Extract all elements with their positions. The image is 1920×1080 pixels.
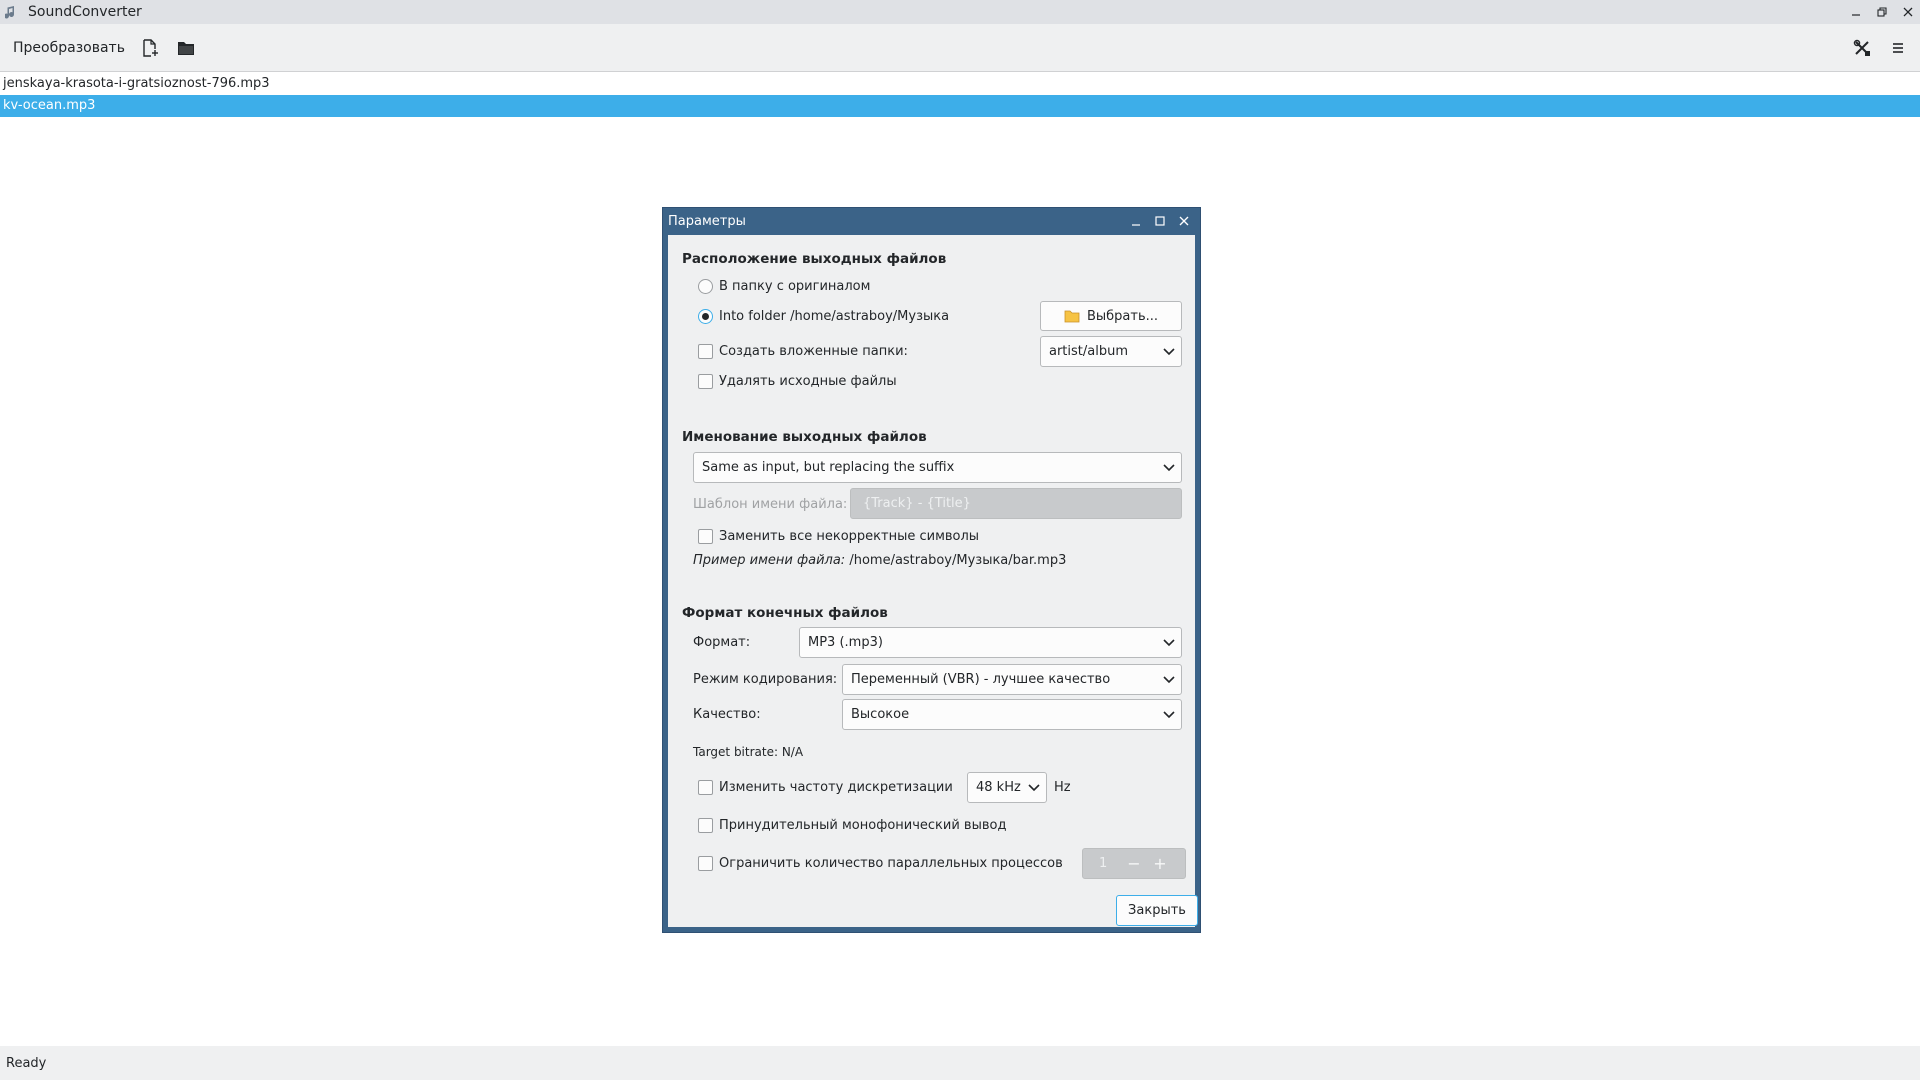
add-folder-icon[interactable] (175, 37, 197, 59)
radio-into-folder[interactable]: Into folder /home/astraboy/Музыка (698, 309, 949, 324)
close-icon[interactable] (1900, 4, 1916, 20)
chevron-down-icon (1162, 708, 1176, 722)
app-icon (4, 4, 20, 20)
encoding-mode-select[interactable]: Переменный (VBR) - лучшее качество (842, 664, 1182, 695)
radio-original-folder[interactable]: В папку с оригиналом (698, 279, 870, 294)
dialog-title: Параметры (668, 214, 746, 229)
checkbox[interactable] (698, 818, 713, 833)
format-label: Формат: (693, 635, 751, 650)
example-value: /home/astraboy/Музыка/bar.mp3 (849, 553, 1067, 568)
samplerate-unit: Hz (1054, 780, 1071, 795)
checkbox[interactable] (698, 344, 713, 359)
encoding-mode-label: Режим кодирования: (693, 672, 838, 687)
force-mono-checkbox[interactable]: Принудительный монофонический вывод (698, 818, 1006, 833)
chevron-down-icon (1162, 461, 1176, 475)
subfolder-pattern-select[interactable]: artist/album (1040, 336, 1182, 367)
filename-template-label: Шаблон имени файла: (693, 497, 848, 512)
chevron-down-icon (1162, 636, 1176, 650)
checkbox[interactable] (698, 529, 713, 544)
radio-button[interactable] (698, 279, 713, 294)
preferences-dialog: Параметры Расположение выходных файлов В… (662, 207, 1201, 933)
status-text: Ready (6, 1055, 47, 1071)
delete-originals-checkbox[interactable]: Удалять исходные файлы (698, 374, 897, 389)
target-bitrate: Target bitrate: N/A (693, 745, 804, 759)
add-file-icon[interactable] (139, 37, 161, 59)
filename-template-input[interactable]: {Track} - {Title} (850, 488, 1182, 519)
quality-select[interactable]: Высокое (842, 699, 1182, 730)
resample-checkbox[interactable]: Изменить частоту дискретизации (698, 780, 953, 795)
example-label: Пример имени файла: (693, 553, 846, 568)
maximize-icon[interactable] (1152, 213, 1168, 229)
checkbox[interactable] (698, 780, 713, 795)
window-titlebar: SoundConverter (0, 0, 1920, 24)
section-output-naming: Именование выходных файлов (682, 429, 927, 445)
minimize-icon[interactable] (1848, 4, 1864, 20)
section-output-location: Расположение выходных файлов (682, 251, 947, 267)
radio-button[interactable] (698, 309, 713, 324)
menu-icon[interactable] (1886, 36, 1910, 60)
choose-folder-button[interactable]: Выбрать... (1040, 301, 1182, 331)
replace-invalid-checkbox[interactable]: Заменить все некорректные символы (698, 529, 979, 544)
quality-label: Качество: (693, 707, 761, 722)
create-subfolders-checkbox[interactable]: Создать вложенные папки: (698, 344, 908, 359)
restore-icon[interactable] (1874, 4, 1890, 20)
increment-button[interactable]: + (1147, 854, 1173, 873)
section-output-format: Формат конечных файлов (682, 605, 888, 621)
dialog-titlebar: Параметры (663, 208, 1200, 235)
checkbox-label: Заменить все некорректные символы (719, 529, 980, 544)
preferences-icon[interactable] (1850, 36, 1874, 60)
checkbox[interactable] (698, 374, 713, 389)
limit-jobs-checkbox[interactable]: Ограничить количество параллельных проце… (698, 856, 1063, 871)
status-bar: Ready (0, 1046, 1920, 1080)
file-list[interactable]: jenskaya-krasota-i-gratsioznost-796.mp3 … (0, 73, 1920, 117)
checkbox[interactable] (698, 856, 713, 871)
chevron-down-icon (1027, 781, 1041, 795)
close-icon[interactable] (1176, 213, 1192, 229)
dialog-body: Расположение выходных файлов В папку с о… (668, 235, 1198, 927)
checkbox-label: Принудительный монофонический вывод (719, 818, 1007, 833)
radio-label: Into folder /home/astraboy/Музыка (719, 309, 950, 324)
checkbox-label: Ограничить количество параллельных проце… (719, 856, 1063, 871)
samplerate-select[interactable]: 48 kHz (967, 772, 1047, 803)
decrement-button[interactable]: − (1121, 854, 1147, 873)
radio-label: В папку с оригиналом (719, 279, 871, 294)
example-filename: Пример имени файла: /home/astraboy/Музык… (693, 553, 1066, 568)
toolbar: Преобразовать (0, 24, 1920, 72)
minimize-icon[interactable] (1128, 213, 1144, 229)
chevron-down-icon (1162, 345, 1176, 359)
folder-icon (1064, 309, 1080, 323)
jobs-spinbox[interactable]: 1 − + (1082, 848, 1186, 879)
close-button[interactable]: Закрыть (1116, 895, 1198, 926)
checkbox-label: Создать вложенные папки: (719, 344, 908, 359)
convert-button[interactable]: Преобразовать (13, 34, 125, 62)
jobs-value[interactable]: 1 (1083, 856, 1121, 871)
list-item[interactable]: jenskaya-krasota-i-gratsioznost-796.mp3 (0, 73, 1920, 95)
chevron-down-icon (1162, 673, 1176, 687)
checkbox-label: Удалять исходные файлы (719, 374, 897, 389)
naming-mode-select[interactable]: Same as input, but replacing the suffix (693, 452, 1182, 483)
list-item-selected[interactable]: kv-ocean.mp3 (0, 95, 1920, 117)
format-select[interactable]: MP3 (.mp3) (799, 627, 1182, 658)
checkbox-label: Изменить частоту дискретизации (719, 780, 953, 795)
window-title: SoundConverter (28, 4, 142, 20)
